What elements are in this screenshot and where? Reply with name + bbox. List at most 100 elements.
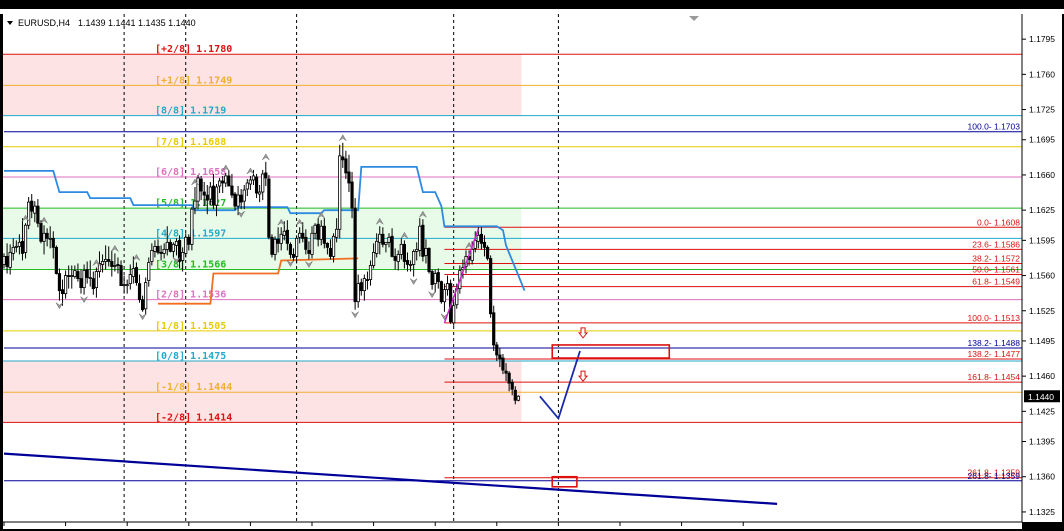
candle-body xyxy=(144,282,148,310)
candle-body xyxy=(156,245,160,253)
candle-body xyxy=(415,248,419,252)
candle-body xyxy=(261,173,265,193)
murrey-label-price: 1.1414 xyxy=(196,412,232,423)
murrey-label-price: 1.1566 xyxy=(190,260,226,271)
time-axis xyxy=(3,521,1022,529)
candle-body xyxy=(11,246,15,254)
candle-body xyxy=(282,230,286,236)
murrey-label-price: 1.1505 xyxy=(190,321,226,332)
candle-body xyxy=(67,275,71,277)
price-tick-label: 1.1525 xyxy=(1029,306,1055,316)
candle-body xyxy=(82,270,86,289)
candle-body xyxy=(498,354,502,360)
price-tick-label: 1.1360 xyxy=(1029,472,1055,482)
price-tick-label: 1.1760 xyxy=(1029,69,1055,79)
murrey-label-price: 1.1658 xyxy=(190,167,226,178)
candle-body xyxy=(285,229,289,244)
candle-body xyxy=(365,279,370,281)
candle-body xyxy=(187,236,191,245)
murrey-label-price: 1.1444 xyxy=(196,382,232,393)
price-chart[interactable]: [+2/8] 1.1780 [+1/8] 1.1749 [8/8] 1.1719 [7/8]… xyxy=(0,0,1064,531)
price-tick-label: 1.1325 xyxy=(1029,507,1055,517)
candle xyxy=(353,198,357,310)
candle-body xyxy=(387,236,391,243)
candle-body xyxy=(513,389,517,401)
fib-label-9: 161.8- 1.1454 xyxy=(968,372,1021,382)
murrey-label-price: 1.1719 xyxy=(190,106,226,117)
candle xyxy=(54,245,58,275)
candle-body xyxy=(319,225,323,240)
fib-label-1: 0.0- 1.1608 xyxy=(977,217,1020,227)
murrey-label-name: [8/8] xyxy=(155,106,185,117)
candle xyxy=(489,255,493,318)
murrey-label-2: [8/8] 1.1719 xyxy=(155,106,226,117)
price-tick-label: 1.1795 xyxy=(1029,34,1055,44)
candle-body xyxy=(251,175,256,181)
time-strip xyxy=(3,522,1022,529)
candle-body xyxy=(501,357,505,371)
candle-body xyxy=(104,259,108,262)
candle-body xyxy=(433,273,437,284)
candle-body xyxy=(193,200,197,209)
candle-body xyxy=(439,281,443,303)
candle xyxy=(270,234,274,258)
murrey-label-name: [0/8] xyxy=(155,351,185,362)
candle-body xyxy=(445,283,450,291)
candle-body xyxy=(436,272,440,282)
candle-body xyxy=(94,271,98,289)
candle-body xyxy=(279,233,283,244)
candle xyxy=(516,395,520,402)
candle-body xyxy=(412,251,416,265)
murrey-label-name: [2/8] xyxy=(155,290,185,301)
price-tick-label: 1.1495 xyxy=(1029,336,1055,346)
candle-body xyxy=(137,283,142,301)
candle xyxy=(39,220,43,244)
candle-body xyxy=(270,236,274,255)
candle xyxy=(338,144,342,239)
candle xyxy=(190,207,194,251)
candle-body xyxy=(399,243,403,255)
candle-body xyxy=(153,245,157,252)
candle-body xyxy=(359,282,363,292)
candle-body xyxy=(470,248,474,261)
candle-body xyxy=(341,156,345,161)
candle-body xyxy=(205,194,209,201)
candle-body xyxy=(322,225,326,244)
candle-body xyxy=(128,274,132,284)
candle-body xyxy=(20,240,25,254)
candle-body xyxy=(254,176,259,194)
candle-body xyxy=(5,256,9,267)
candle-body xyxy=(131,268,135,277)
candle-body xyxy=(39,222,43,242)
candle-body xyxy=(165,241,169,250)
candle-body xyxy=(14,245,18,248)
candle-body xyxy=(125,284,129,286)
candle-body xyxy=(230,185,234,196)
candle-body xyxy=(233,193,237,207)
candle-body xyxy=(267,178,271,238)
candle-body xyxy=(344,158,348,174)
candle-body xyxy=(504,370,508,374)
candle xyxy=(492,305,496,351)
candle-body xyxy=(181,252,185,261)
candle-body xyxy=(492,312,496,346)
candle-body xyxy=(393,256,397,261)
price-tick-label: 1.1395 xyxy=(1029,437,1055,447)
candle-body xyxy=(489,258,493,315)
candle xyxy=(421,219,425,262)
candle-body xyxy=(8,252,12,268)
murrey-label-name: [-1/8] xyxy=(155,382,191,393)
candle-body xyxy=(452,305,456,324)
murrey-label-name: [5/8] xyxy=(155,198,185,209)
candle-body xyxy=(356,283,360,303)
fib-label-0: 100.0- 1.1703 xyxy=(968,122,1021,132)
candle-body xyxy=(390,235,394,257)
candle-body xyxy=(479,233,484,244)
candle-body xyxy=(110,261,114,267)
candle-body xyxy=(239,194,243,203)
candle-body xyxy=(350,181,354,209)
candle-body xyxy=(30,200,34,212)
candle-body xyxy=(242,189,246,202)
candle-body xyxy=(57,273,62,292)
candle-body xyxy=(48,237,52,240)
